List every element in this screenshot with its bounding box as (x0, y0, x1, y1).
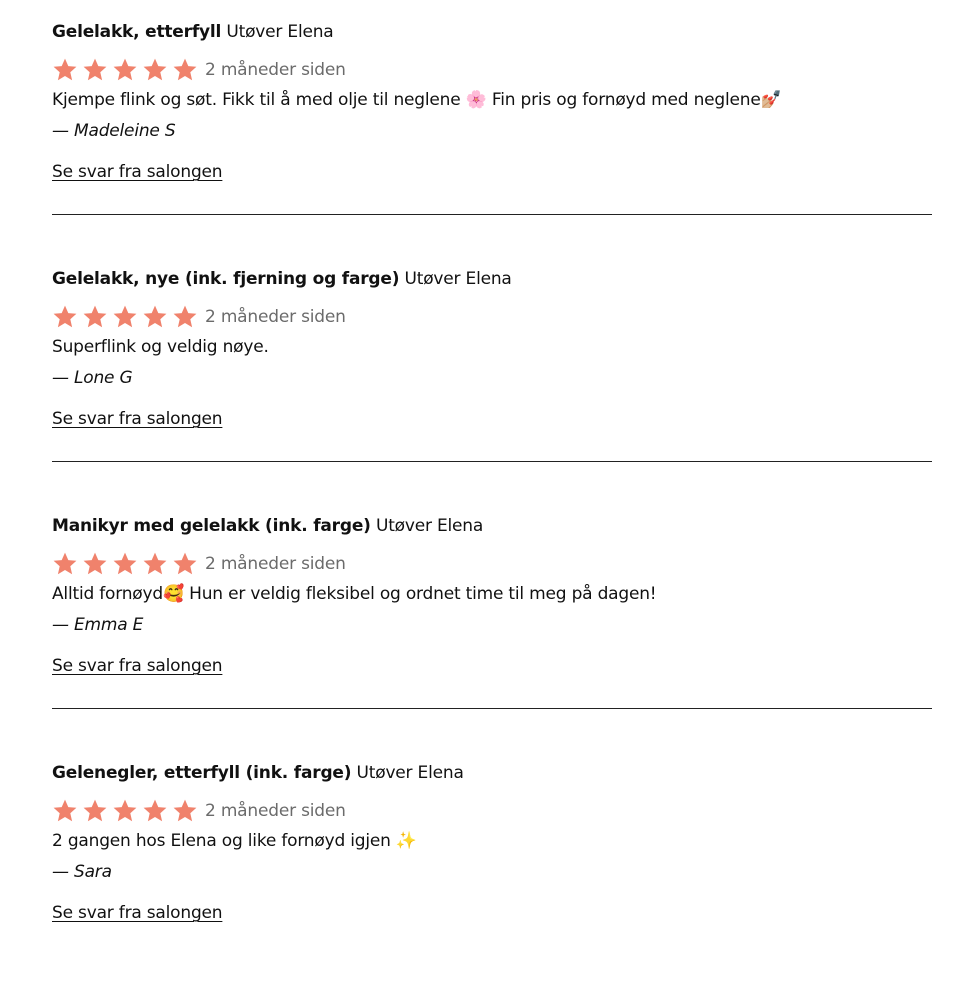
review-rating-row: 2 måneder siden (52, 798, 346, 824)
review-text: Alltid fornøyd🥰 Hun er veldig fleksibel … (52, 584, 657, 604)
star-icon (52, 551, 78, 577)
review-author: — Emma E (52, 615, 144, 635)
review-author: — Lone G (52, 368, 133, 388)
star-icon (112, 304, 138, 330)
review-service: Gelelakk, etterfyll (52, 22, 222, 42)
star-icon (142, 57, 168, 83)
review-item: Manikyr med gelelakk (ink. farge) Utøver… (52, 494, 932, 741)
review-service: Manikyr med gelelakk (ink. farge) (52, 516, 371, 536)
review-service: Gelelakk, nye (ink. fjerning og farge) (52, 269, 400, 289)
review-item: Gelelakk, nye (ink. fjerning og farge) U… (52, 247, 932, 494)
review-author: — Madeleine S (52, 121, 176, 141)
review-performer: Utøver Elena (375, 516, 484, 536)
star-icon (82, 304, 108, 330)
star-icon (142, 551, 168, 577)
star-icon (82, 798, 108, 824)
see-salon-reply-link[interactable]: Se svar fra salongen (52, 655, 223, 677)
star-icon (52, 57, 78, 83)
review-rating-row: 2 måneder siden (52, 304, 346, 330)
review-title: Gelelakk, etterfyll Utøver Elena (52, 21, 334, 43)
star-icon (142, 304, 168, 330)
star-icon (112, 798, 138, 824)
review-divider (52, 461, 932, 462)
review-performer: Utøver Elena (356, 763, 464, 783)
review-rating-row: 2 måneder siden (52, 551, 346, 577)
star-icon (52, 304, 78, 330)
star-icon (172, 551, 198, 577)
review-service: Gelenegler, etterfyll (ink. farge) (52, 763, 352, 783)
review-text: 2 gangen hos Elena og like fornøyd igjen… (52, 831, 417, 851)
star-rating (52, 304, 202, 330)
review-item: Gelelakk, etterfyll Utøver Elena 2 måned… (52, 0, 932, 247)
star-icon (172, 304, 198, 330)
review-performer: Utøver Elena (226, 22, 334, 42)
review-item: Gelenegler, etterfyll (ink. farge) Utøve… (52, 741, 932, 988)
see-salon-reply-link[interactable]: Se svar fra salongen (52, 161, 223, 183)
reviews-list: Gelelakk, etterfyll Utøver Elena 2 måned… (0, 0, 963, 962)
star-icon (82, 551, 108, 577)
review-date: 2 måneder siden (205, 801, 346, 821)
review-date: 2 måneder siden (205, 554, 346, 574)
star-icon (82, 57, 108, 83)
star-rating (52, 798, 202, 824)
star-icon (172, 57, 198, 83)
review-title: Gelenegler, etterfyll (ink. farge) Utøve… (52, 762, 464, 784)
review-divider (52, 708, 932, 709)
star-icon (112, 57, 138, 83)
review-text: Kjempe flink og søt. Fikk til å med olje… (52, 90, 782, 110)
review-rating-row: 2 måneder siden (52, 57, 346, 83)
review-title: Manikyr med gelelakk (ink. farge) Utøver… (52, 515, 483, 537)
review-title: Gelelakk, nye (ink. fjerning og farge) U… (52, 268, 512, 290)
star-icon (112, 551, 138, 577)
see-salon-reply-link[interactable]: Se svar fra salongen (52, 902, 223, 924)
review-date: 2 måneder siden (205, 60, 346, 80)
review-divider (52, 214, 932, 215)
review-date: 2 måneder siden (205, 307, 346, 327)
review-author: — Sara (52, 862, 112, 882)
star-rating (52, 551, 202, 577)
star-icon (172, 798, 198, 824)
star-rating (52, 57, 202, 83)
review-text: Superflink og veldig nøye. (52, 337, 269, 357)
review-performer: Utøver Elena (404, 269, 512, 289)
see-salon-reply-link[interactable]: Se svar fra salongen (52, 408, 223, 430)
star-icon (142, 798, 168, 824)
star-icon (52, 798, 78, 824)
